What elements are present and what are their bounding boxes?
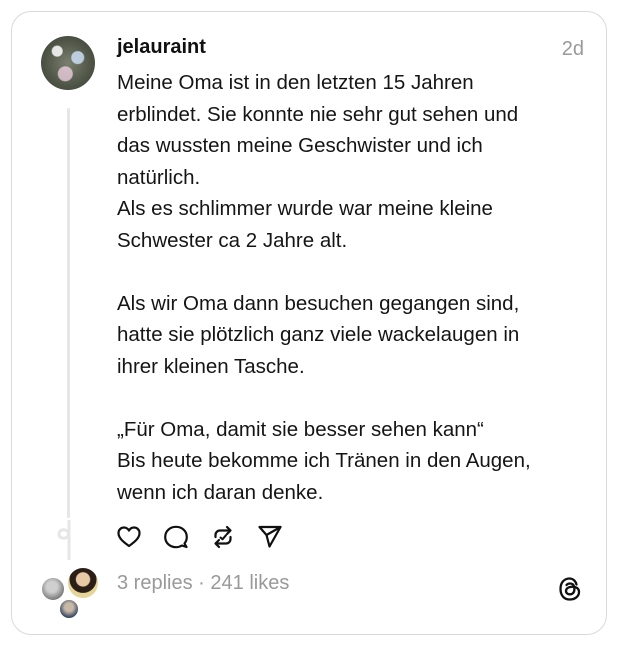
share-button[interactable] [257, 524, 283, 550]
send-icon [258, 525, 282, 548]
action-bar [116, 524, 283, 550]
author-avatar[interactable] [41, 36, 95, 90]
thread-line [67, 108, 70, 518]
replier-avatar[interactable] [58, 598, 80, 620]
post-timestamp[interactable]: 2d [562, 38, 584, 61]
likes-count[interactable]: 241 likes [210, 572, 289, 594]
replier-avatar[interactable] [40, 576, 66, 602]
replier-avatar[interactable] [66, 566, 100, 600]
heart-icon [117, 526, 141, 548]
author-username[interactable]: jelauraint [117, 36, 206, 59]
post-text: Meine Oma ist in den letzten 15 Jahren e… [117, 71, 531, 504]
threads-logo-icon[interactable] [556, 575, 584, 603]
thread-loop-icon [57, 520, 71, 560]
post-card: jelauraint 2d Meine Oma ist in den letzt… [11, 11, 607, 635]
post-stats: 3 replies · 241 likes [117, 572, 289, 595]
like-button[interactable] [116, 524, 142, 550]
reply-button[interactable] [163, 524, 189, 550]
replies-count[interactable]: 3 replies [117, 572, 193, 594]
stats-separator: · [192, 572, 211, 594]
repost-button[interactable] [210, 524, 236, 550]
comment-icon [164, 525, 188, 549]
repost-icon [214, 525, 232, 549]
